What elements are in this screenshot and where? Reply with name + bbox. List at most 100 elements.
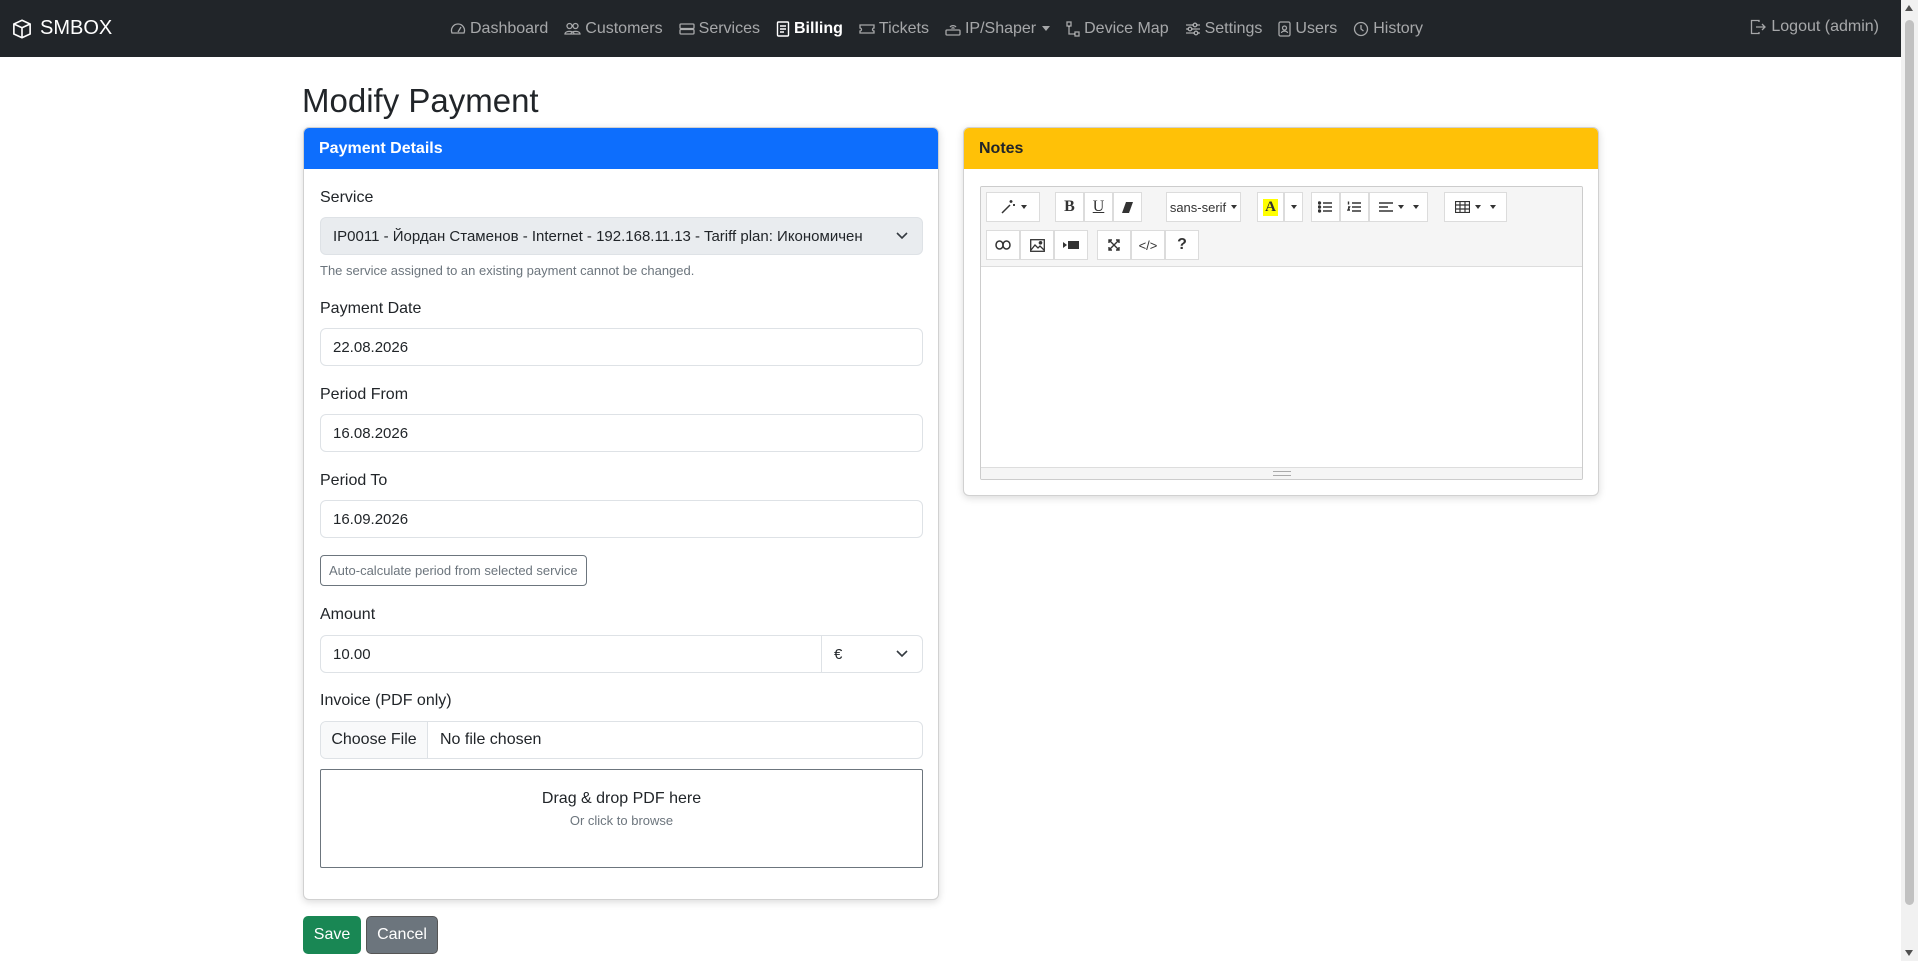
notes-card: Notes B U sans-serif A </> ?	[963, 127, 1599, 496]
clear-format-button[interactable]	[1113, 192, 1142, 222]
nav-settings-label: Settings	[1204, 19, 1263, 37]
chevron-down-icon	[896, 650, 908, 658]
invoice-file-input[interactable]: Choose File No file chosen	[320, 721, 923, 759]
video-button[interactable]	[1054, 230, 1088, 260]
cancel-button[interactable]: Cancel	[366, 916, 438, 954]
receipt-icon	[776, 20, 790, 37]
editor-resize-bar[interactable]	[981, 467, 1582, 479]
service-select-value: IP0011 - Йордан Стаменов - Internet - 19…	[333, 227, 863, 245]
magic-wand-icon	[1000, 200, 1015, 214]
dropzone-main-text: Drag & drop PDF here	[541, 790, 702, 807]
scroll-down-icon[interactable]	[1905, 950, 1913, 956]
logout-link[interactable]: Logout (admin)	[1750, 18, 1879, 36]
text-color-icon: A	[1263, 198, 1278, 216]
amount-group: 10.00 €	[320, 635, 923, 673]
speedometer-icon	[450, 22, 466, 34]
payment-details-card: Payment Details Service IP0011 - Йордан …	[303, 127, 939, 900]
top-navbar: SMBOX Dashboard Customers Services Billi…	[0, 0, 1901, 57]
router-icon	[945, 24, 961, 36]
nav-settings[interactable]: Settings	[1185, 19, 1263, 38]
amount-label: Amount	[320, 606, 376, 623]
nav-users[interactable]: Users	[1278, 20, 1337, 38]
expand-icon	[1108, 239, 1120, 251]
nav-services[interactable]: Services	[678, 20, 760, 38]
picture-button[interactable]	[1020, 230, 1054, 260]
clock-history-icon	[1354, 21, 1369, 36]
rich-text-editor: B U sans-serif A </> ?	[980, 186, 1583, 480]
resize-grip-icon[interactable]	[1273, 471, 1291, 476]
link-icon	[995, 240, 1011, 250]
main-nav: Dashboard Customers Services Billing Tic…	[450, 0, 1439, 57]
ticket-icon	[859, 23, 875, 34]
nav-history[interactable]: History	[1353, 20, 1423, 38]
underline-button[interactable]: U	[1084, 192, 1113, 222]
text-color-button[interactable]: A	[1257, 192, 1284, 222]
period-from-value: 16.08.2026	[333, 424, 409, 442]
period-to-value: 16.09.2026	[333, 510, 409, 528]
editor-toolbar: B U sans-serif A </> ?	[981, 187, 1582, 267]
brand-name: SMBOX	[40, 17, 113, 39]
service-help-text: The service assigned to an existing paym…	[320, 263, 695, 278]
box-icon	[13, 18, 31, 39]
amount-value: 10.00	[333, 645, 371, 663]
page-scrollbar[interactable]	[1901, 0, 1918, 961]
nav-tickets[interactable]: Tickets	[859, 20, 929, 38]
ordered-list-button[interactable]	[1340, 192, 1369, 222]
service-select[interactable]: IP0011 - Йордан Стаменов - Internet - 19…	[320, 217, 923, 255]
fullscreen-button[interactable]	[1097, 230, 1131, 260]
period-to-label: Period To	[320, 472, 388, 489]
question-icon: ?	[1177, 236, 1187, 253]
service-label: Service	[320, 189, 374, 206]
file-status: No file chosen	[440, 731, 542, 748]
scroll-up-icon[interactable]	[1905, 5, 1913, 11]
payment-date-label: Payment Date	[320, 300, 422, 317]
scroll-thumb[interactable]	[1905, 20, 1914, 905]
person-badge-icon	[1278, 20, 1292, 37]
help-button[interactable]: ?	[1165, 230, 1199, 260]
paragraph-align-button[interactable]	[1369, 192, 1428, 222]
font-name-value: sans-serif	[1169, 199, 1227, 215]
nav-ip-shaper-label: IP/Shaper	[964, 19, 1037, 37]
chevron-down-icon	[1231, 205, 1238, 209]
period-from-label: Period From	[320, 386, 409, 403]
font-name-button[interactable]: sans-serif	[1166, 192, 1241, 222]
nav-ip-shaper[interactable]: IP/Shaper	[945, 19, 1051, 38]
nav-dashboard[interactable]: Dashboard	[450, 20, 548, 38]
nav-device-map-label: Device Map	[1084, 19, 1169, 37]
nav-device-map[interactable]: Device Map	[1066, 19, 1169, 38]
chevron-down-icon	[1490, 205, 1496, 209]
code-view-button[interactable]: </>	[1131, 230, 1165, 260]
align-left-icon	[1378, 201, 1393, 212]
chevron-down-icon	[1397, 205, 1404, 209]
brand-link[interactable]: SMBOX	[12, 17, 112, 40]
amount-input[interactable]: 10.00	[320, 635, 822, 673]
currency-select[interactable]: €	[822, 635, 923, 673]
bold-icon: B	[1064, 198, 1075, 215]
notes-editable-area[interactable]	[981, 267, 1582, 467]
box-arrow-right-icon	[1751, 19, 1767, 35]
nav-history-label: History	[1373, 19, 1423, 37]
nav-users-label: Users	[1295, 19, 1338, 37]
link-button[interactable]	[986, 230, 1020, 260]
bold-button[interactable]: B	[1055, 192, 1084, 222]
table-button[interactable]	[1444, 192, 1507, 222]
payment-date-input[interactable]: 22.08.2026	[320, 328, 923, 366]
period-from-input[interactable]: 16.08.2026	[320, 414, 923, 452]
bullet-list-button[interactable]	[1311, 192, 1340, 222]
nav-tickets-label: Tickets	[878, 19, 929, 37]
color-dropdown-button[interactable]	[1284, 192, 1303, 222]
pdf-dropzone[interactable]: Drag & drop PDF here Or click to browse	[320, 769, 923, 868]
nav-billing[interactable]: Billing	[776, 20, 843, 38]
choose-file-button[interactable]: Choose File	[321, 722, 428, 758]
payment-date-value: 22.08.2026	[333, 338, 409, 356]
eraser-icon	[1122, 201, 1133, 213]
picture-icon	[1029, 238, 1045, 252]
style-button[interactable]	[986, 192, 1040, 222]
nav-customers[interactable]: Customers	[564, 20, 663, 38]
save-button[interactable]: Save	[303, 916, 361, 954]
autocalc-period-button[interactable]: Auto-calculate period from selected serv…	[320, 555, 587, 586]
page-title: Modify Payment	[302, 82, 539, 119]
chevron-down-icon	[896, 232, 908, 240]
period-to-input[interactable]: 16.09.2026	[320, 500, 923, 538]
unordered-list-icon	[1318, 201, 1332, 213]
